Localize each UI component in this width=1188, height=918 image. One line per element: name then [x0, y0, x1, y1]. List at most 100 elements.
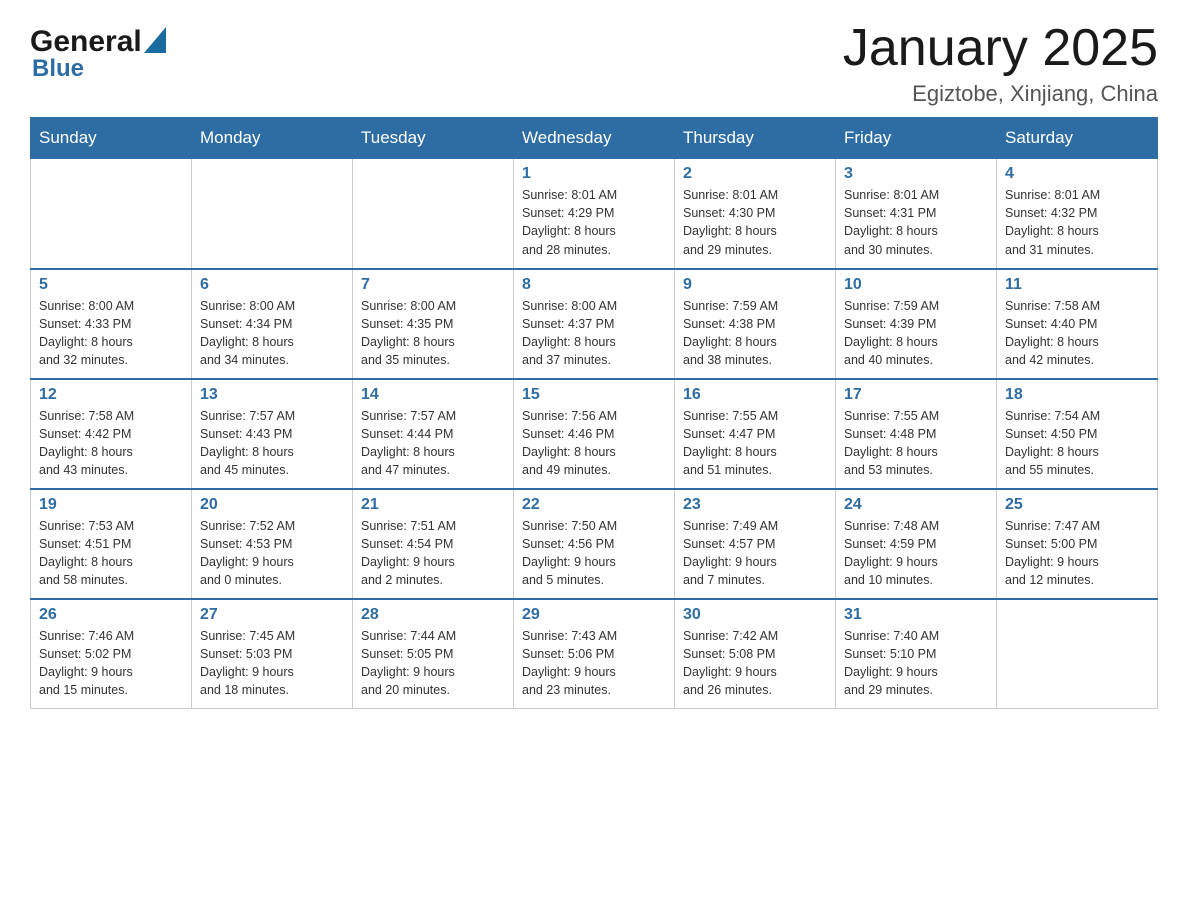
- day-number: 30: [683, 606, 827, 624]
- col-header-sunday: Sunday: [31, 118, 192, 159]
- day-info: Sunrise: 7:59 AM Sunset: 4:38 PM Dayligh…: [683, 297, 827, 370]
- day-number: 14: [361, 386, 505, 404]
- day-cell: 23Sunrise: 7:49 AM Sunset: 4:57 PM Dayli…: [675, 489, 836, 599]
- day-cell: 2 Sunrise: 8:01 AM Sunset: 4:30 PM Daylig…: [675, 159, 836, 269]
- day-number: 7: [361, 276, 505, 294]
- day-info: Sunrise: 7:42 AM Sunset: 5:08 PM Dayligh…: [683, 627, 827, 700]
- day-cell: 15Sunrise: 7:56 AM Sunset: 4:46 PM Dayli…: [514, 379, 675, 489]
- day-number: 29: [522, 606, 666, 624]
- day-cell: 12 Sunrise: 7:58 AM Sunset: 4:42 PM Dayli…: [31, 379, 192, 489]
- day-number: 19: [39, 496, 183, 514]
- day-number: 10: [844, 276, 988, 294]
- day-info: Sunrise: 7:56 AM Sunset: 4:46 PM Dayligh…: [522, 407, 666, 480]
- day-info: Sunrise: 8:00 AM Sunset: 4:35 PM Dayligh…: [361, 297, 505, 370]
- day-info: Sunrise: 7:40 AM Sunset: 5:10 PM Dayligh…: [844, 627, 988, 700]
- week-row-3: 12 Sunrise: 7:58 AM Sunset: 4:42 PM Dayli…: [31, 379, 1158, 489]
- day-number: 6: [200, 276, 344, 294]
- day-number: 8: [522, 276, 666, 294]
- calendar-table: SundayMondayTuesdayWednesdayThursdayFrid…: [30, 117, 1158, 709]
- day-cell: 21 Sunrise: 7:51 AM Sunset: 4:54 PM Dayli…: [353, 489, 514, 599]
- day-number: 5: [39, 276, 183, 294]
- day-info: Sunrise: 7:52 AM Sunset: 4:53 PM Dayligh…: [200, 517, 344, 590]
- day-cell: 19 Sunrise: 7:53 AM Sunset: 4:51 PM Dayli…: [31, 489, 192, 599]
- day-cell: 9 Sunrise: 7:59 AM Sunset: 4:38 PM Daylig…: [675, 269, 836, 379]
- col-header-tuesday: Tuesday: [353, 118, 514, 159]
- day-info: Sunrise: 7:46 AM Sunset: 5:02 PM Dayligh…: [39, 627, 183, 700]
- day-cell: 17Sunrise: 7:55 AM Sunset: 4:48 PM Dayli…: [836, 379, 997, 489]
- day-cell: 8 Sunrise: 8:00 AM Sunset: 4:37 PM Daylig…: [514, 269, 675, 379]
- week-row-4: 19 Sunrise: 7:53 AM Sunset: 4:51 PM Dayli…: [31, 489, 1158, 599]
- day-number: 16: [683, 386, 827, 404]
- calendar-title: January 2025: [843, 20, 1158, 77]
- day-cell: 7 Sunrise: 8:00 AM Sunset: 4:35 PM Daylig…: [353, 269, 514, 379]
- day-cell: [353, 159, 514, 269]
- calendar-subtitle: Egiztobe, Xinjiang, China: [843, 81, 1158, 107]
- day-info: Sunrise: 7:43 AM Sunset: 5:06 PM Dayligh…: [522, 627, 666, 700]
- day-info: Sunrise: 7:48 AM Sunset: 4:59 PM Dayligh…: [844, 517, 988, 590]
- day-number: 25: [1005, 496, 1149, 514]
- day-info: Sunrise: 7:55 AM Sunset: 4:47 PM Dayligh…: [683, 407, 827, 480]
- day-number: 2: [683, 165, 827, 183]
- week-row-1: 1Sunrise: 8:01 AM Sunset: 4:29 PM Daylig…: [31, 159, 1158, 269]
- day-number: 4: [1005, 165, 1149, 183]
- logo-general: General: [30, 25, 142, 59]
- day-number: 27: [200, 606, 344, 624]
- day-number: 28: [361, 606, 505, 624]
- header-row: SundayMondayTuesdayWednesdayThursdayFrid…: [31, 118, 1158, 159]
- day-cell: 26 Sunrise: 7:46 AM Sunset: 5:02 PM Dayli…: [31, 599, 192, 709]
- day-number: 13: [200, 386, 344, 404]
- day-number: 21: [361, 496, 505, 514]
- logo: General Blue: [30, 20, 166, 83]
- day-number: 23: [683, 496, 827, 514]
- col-header-thursday: Thursday: [675, 118, 836, 159]
- day-number: 1: [522, 165, 666, 183]
- day-number: 20: [200, 496, 344, 514]
- day-info: Sunrise: 7:51 AM Sunset: 4:54 PM Dayligh…: [361, 517, 505, 590]
- week-row-5: 26 Sunrise: 7:46 AM Sunset: 5:02 PM Dayli…: [31, 599, 1158, 709]
- title-section: January 2025 Egiztobe, Xinjiang, China: [843, 20, 1158, 107]
- day-cell: 27 Sunrise: 7:45 AM Sunset: 5:03 PM Dayli…: [192, 599, 353, 709]
- week-row-2: 5 Sunrise: 8:00 AM Sunset: 4:33 PM Daylig…: [31, 269, 1158, 379]
- day-info: Sunrise: 8:00 AM Sunset: 4:37 PM Dayligh…: [522, 297, 666, 370]
- day-number: 12: [39, 386, 183, 404]
- day-info: Sunrise: 7:58 AM Sunset: 4:42 PM Dayligh…: [39, 407, 183, 480]
- day-cell: 28 Sunrise: 7:44 AM Sunset: 5:05 PM Dayli…: [353, 599, 514, 709]
- col-header-monday: Monday: [192, 118, 353, 159]
- day-info: Sunrise: 7:47 AM Sunset: 5:00 PM Dayligh…: [1005, 517, 1149, 590]
- col-header-saturday: Saturday: [997, 118, 1158, 159]
- day-info: Sunrise: 8:00 AM Sunset: 4:33 PM Dayligh…: [39, 297, 183, 370]
- day-info: Sunrise: 7:53 AM Sunset: 4:51 PM Dayligh…: [39, 517, 183, 590]
- col-header-wednesday: Wednesday: [514, 118, 675, 159]
- logo-blue: Blue: [32, 55, 84, 83]
- day-info: Sunrise: 8:01 AM Sunset: 4:30 PM Dayligh…: [683, 186, 827, 259]
- day-cell: 1Sunrise: 8:01 AM Sunset: 4:29 PM Daylig…: [514, 159, 675, 269]
- day-cell: 29 Sunrise: 7:43 AM Sunset: 5:06 PM Dayli…: [514, 599, 675, 709]
- day-cell: 16 Sunrise: 7:55 AM Sunset: 4:47 PM Dayli…: [675, 379, 836, 489]
- day-cell: 14Sunrise: 7:57 AM Sunset: 4:44 PM Dayli…: [353, 379, 514, 489]
- day-cell: 13 Sunrise: 7:57 AM Sunset: 4:43 PM Dayli…: [192, 379, 353, 489]
- day-cell: 10 Sunrise: 7:59 AM Sunset: 4:39 PM Dayli…: [836, 269, 997, 379]
- day-number: 26: [39, 606, 183, 624]
- day-info: Sunrise: 7:44 AM Sunset: 5:05 PM Dayligh…: [361, 627, 505, 700]
- day-cell: 5 Sunrise: 8:00 AM Sunset: 4:33 PM Daylig…: [31, 269, 192, 379]
- page-header: General Blue January 2025 Egiztobe, Xinj…: [30, 20, 1158, 107]
- day-info: Sunrise: 8:00 AM Sunset: 4:34 PM Dayligh…: [200, 297, 344, 370]
- day-cell: [31, 159, 192, 269]
- day-number: 9: [683, 276, 827, 294]
- day-cell: 24 Sunrise: 7:48 AM Sunset: 4:59 PM Dayli…: [836, 489, 997, 599]
- logo-triangle-icon: [144, 27, 166, 53]
- day-info: Sunrise: 7:59 AM Sunset: 4:39 PM Dayligh…: [844, 297, 988, 370]
- day-cell: 11Sunrise: 7:58 AM Sunset: 4:40 PM Dayli…: [997, 269, 1158, 379]
- day-info: Sunrise: 7:45 AM Sunset: 5:03 PM Dayligh…: [200, 627, 344, 700]
- day-cell: 20 Sunrise: 7:52 AM Sunset: 4:53 PM Dayli…: [192, 489, 353, 599]
- day-number: 22: [522, 496, 666, 514]
- day-number: 24: [844, 496, 988, 514]
- day-number: 11: [1005, 276, 1149, 294]
- day-info: Sunrise: 7:57 AM Sunset: 4:43 PM Dayligh…: [200, 407, 344, 480]
- day-cell: 22Sunrise: 7:50 AM Sunset: 4:56 PM Dayli…: [514, 489, 675, 599]
- day-info: Sunrise: 7:55 AM Sunset: 4:48 PM Dayligh…: [844, 407, 988, 480]
- day-number: 31: [844, 606, 988, 624]
- day-cell: 4Sunrise: 8:01 AM Sunset: 4:32 PM Daylig…: [997, 159, 1158, 269]
- day-cell: 31 Sunrise: 7:40 AM Sunset: 5:10 PM Dayli…: [836, 599, 997, 709]
- day-cell: [192, 159, 353, 269]
